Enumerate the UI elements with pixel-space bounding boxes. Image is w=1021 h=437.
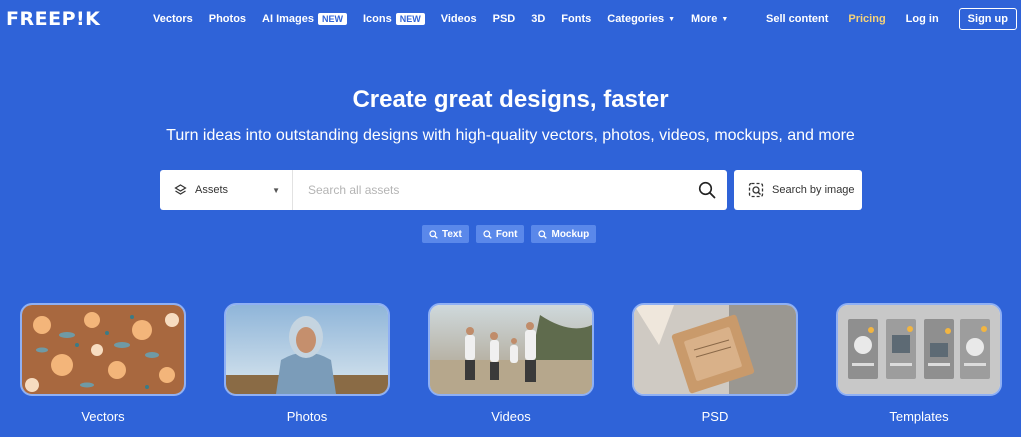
nav-categories-label: Categories xyxy=(607,13,665,25)
pricing-link[interactable]: Pricing xyxy=(848,13,885,25)
category-label: PSD xyxy=(701,409,729,424)
chip-label: Font xyxy=(495,228,518,240)
category-label: Templates xyxy=(889,409,949,424)
top-navigation: FREEP!K Vectors Photos AI Images NEW Icon… xyxy=(0,0,1021,38)
photos-thumbnail xyxy=(224,303,390,396)
nav-photos[interactable]: Photos xyxy=(209,13,246,25)
nav-ai-images-label: AI Images xyxy=(262,13,314,25)
chevron-down-icon: ▼ xyxy=(668,15,676,23)
nav-categories-dropdown[interactable]: Categories ▼ xyxy=(607,13,675,25)
nav-links: Vectors Photos AI Images NEW Icons NEW Vid… xyxy=(153,0,744,38)
videos-thumbnail xyxy=(428,303,594,396)
chip-label: Mockup xyxy=(551,228,590,240)
category-videos[interactable]: Videos xyxy=(428,303,594,424)
search-bar: Assets ▼ xyxy=(160,170,727,210)
nav-3d[interactable]: 3D xyxy=(531,13,545,25)
login-link[interactable]: Log in xyxy=(906,13,939,25)
new-badge: NEW xyxy=(395,13,425,25)
nav-icons-label: Icons xyxy=(363,13,392,25)
freepik-logo[interactable]: FREEP!K xyxy=(6,8,100,30)
search-button[interactable] xyxy=(687,170,727,210)
psd-thumbnail xyxy=(632,303,798,396)
asset-type-label: Assets xyxy=(195,184,229,196)
category-label: Photos xyxy=(286,409,328,424)
hero-title: Create great designs, faster xyxy=(352,86,669,113)
hero-subtitle: Turn ideas into outstanding designs with… xyxy=(166,127,855,144)
search-by-image-label: Search by image xyxy=(772,184,855,196)
category-photos[interactable]: Photos xyxy=(224,303,390,424)
category-vectors[interactable]: Vectors xyxy=(20,303,186,424)
sell-content-link[interactable]: Sell content xyxy=(766,13,828,25)
category-psd[interactable]: PSD xyxy=(632,303,798,424)
templates-thumbnail xyxy=(836,303,1002,396)
search-icon xyxy=(538,229,548,239)
chip-text[interactable]: Text xyxy=(422,225,469,243)
nav-fonts-label: Fonts xyxy=(561,13,592,25)
nav-more-dropdown[interactable]: More ▼ xyxy=(691,13,728,25)
nav-videos[interactable]: Videos xyxy=(441,13,477,25)
new-badge: NEW xyxy=(318,13,347,25)
nav-fonts[interactable]: Fonts xyxy=(561,13,591,25)
nav-psd-label: PSD xyxy=(492,13,516,25)
chevron-down-icon: ▼ xyxy=(272,185,280,195)
nav-vectors-label: Vectors xyxy=(153,13,193,25)
search-input[interactable] xyxy=(293,170,687,210)
nav-3d-label: 3D xyxy=(531,13,546,25)
nav-account: Sell content Pricing Log in Sign up xyxy=(746,0,1017,38)
chip-label: Text xyxy=(442,228,462,240)
category-label: Videos xyxy=(491,409,531,424)
nav-photos-label: Photos xyxy=(208,13,247,25)
signup-button[interactable]: Sign up xyxy=(958,8,1017,30)
nav-videos-label: Videos xyxy=(440,13,477,25)
category-label: Vectors xyxy=(81,409,125,424)
nav-icons[interactable]: Icons NEW xyxy=(363,13,425,25)
image-search-icon xyxy=(748,182,764,198)
search-by-image-button[interactable]: Search by image xyxy=(734,170,862,210)
chip-font[interactable]: Font xyxy=(475,225,525,243)
search-icon xyxy=(429,229,438,239)
asset-type-dropdown[interactable]: Assets ▼ xyxy=(160,170,293,210)
chip-mockup[interactable]: Mockup xyxy=(531,225,597,243)
category-templates[interactable]: Templates xyxy=(836,303,1002,424)
vectors-thumbnail xyxy=(20,303,186,396)
search-icon xyxy=(483,229,492,239)
chevron-down-icon: ▼ xyxy=(721,15,729,23)
search-icon xyxy=(698,181,716,199)
suggestion-chips: Text Font Mockup xyxy=(422,225,597,243)
nav-psd[interactable]: PSD xyxy=(493,13,516,25)
nav-vectors[interactable]: Vectors xyxy=(153,13,193,25)
assets-icon xyxy=(174,183,187,197)
nav-ai-images[interactable]: AI Images NEW xyxy=(262,13,347,25)
nav-more-label: More xyxy=(691,13,718,25)
